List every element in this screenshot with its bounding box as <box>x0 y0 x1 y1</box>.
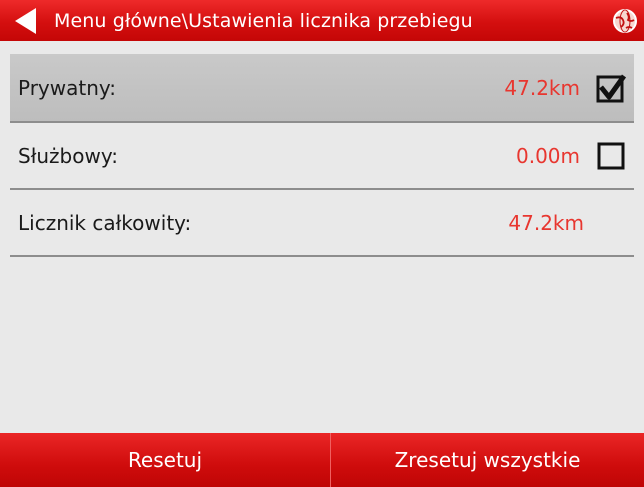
globe-icon <box>613 9 637 33</box>
business-label: Służbowy: <box>18 143 118 168</box>
business-value: 0.00m <box>515 143 580 168</box>
mileage-settings-screen: Menu główne\Ustawienia licznika przebieg… <box>0 0 644 487</box>
private-value: 47.2km <box>504 75 580 100</box>
total-value: 47.2km <box>508 210 584 235</box>
back-arrow-icon <box>15 7 36 34</box>
reset-all-button[interactable]: Zresetuj wszystkie <box>331 433 644 487</box>
back-button[interactable] <box>0 0 50 41</box>
total-label: Licznik całkowity: <box>18 210 192 235</box>
business-checkbox[interactable] <box>596 141 626 171</box>
private-checkbox[interactable] <box>596 73 626 103</box>
private-label: Prywatny: <box>18 75 117 100</box>
mileage-list: Prywatny: 47.2km Służbowy: 0.00m Licznik… <box>10 54 634 257</box>
list-item-business[interactable]: Służbowy: 0.00m <box>10 123 634 190</box>
bottom-toolbar: Resetuj Zresetuj wszystkie <box>0 433 644 487</box>
title-bar: Menu główne\Ustawienia licznika przebieg… <box>0 0 644 41</box>
list-item-private[interactable]: Prywatny: 47.2km <box>10 54 634 123</box>
globe-button[interactable] <box>612 8 638 34</box>
list-item-total: Licznik całkowity: 47.2km <box>10 190 634 257</box>
page-title: Menu główne\Ustawienia licznika przebieg… <box>54 9 473 32</box>
reset-button[interactable]: Resetuj <box>0 433 331 487</box>
empty-panel <box>10 260 634 432</box>
